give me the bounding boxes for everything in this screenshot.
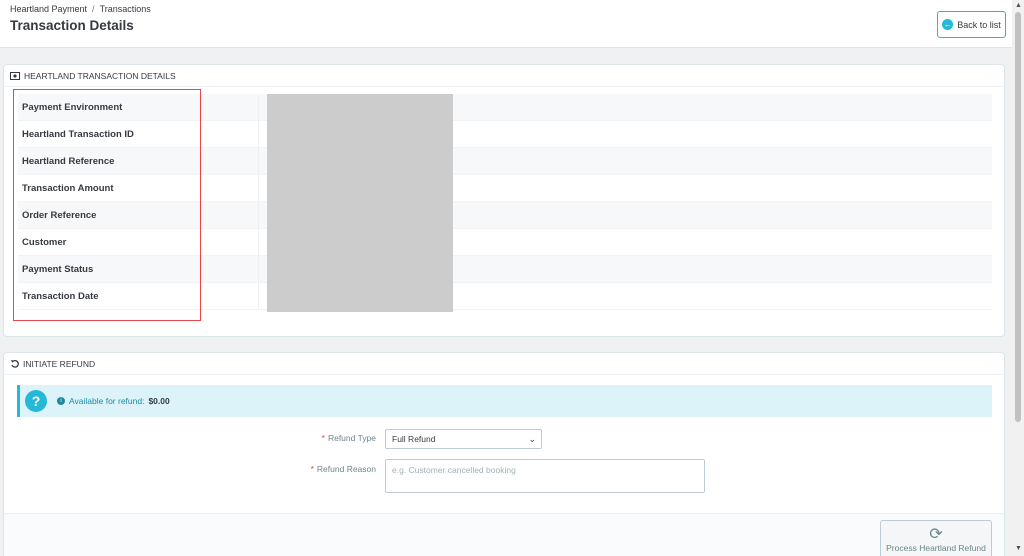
page-header: Heartland Payment / Transactions Transacti…: [0, 0, 1012, 48]
back-to-list-button[interactable]: ← Back to list: [937, 11, 1006, 38]
refund-panel-title: INITIATE REFUND: [23, 358, 96, 369]
required-marker: *: [321, 433, 325, 443]
breadcrumb-parent[interactable]: Heartland Payment: [10, 4, 87, 14]
chevron-down-icon: ⌄: [528, 434, 536, 444]
initiate-refund-panel: INITIATE REFUND ? i Available for refund…: [3, 352, 1005, 556]
refund-type-value: Full Refund: [392, 434, 436, 444]
refund-type-select[interactable]: Full Refund ⌄: [385, 429, 542, 449]
refund-reason-label-text: Refund Reason: [316, 464, 376, 474]
money-icon: [10, 71, 20, 80]
refund-panel-footer: [4, 513, 1004, 556]
label-highlight-box: [13, 89, 201, 321]
details-panel-header: HEARTLAND TRANSACTION DETAILS: [4, 65, 1004, 87]
refund-available-amount: $0.00: [148, 396, 170, 406]
transaction-details-panel: HEARTLAND TRANSACTION DETAILS Payment En…: [3, 64, 1005, 337]
refund-reason-placeholder: e.g. Customer cancelled booking: [392, 465, 516, 475]
process-refund-label: Process Heartland Refund: [886, 543, 986, 553]
redacted-values-block: [267, 94, 453, 312]
refresh-icon: ⟳: [929, 526, 943, 543]
scroll-down-arrow-icon[interactable]: ▼: [1015, 545, 1022, 552]
undo-icon: [10, 359, 19, 368]
breadcrumb-current[interactable]: Transactions: [100, 4, 151, 14]
details-panel-title: HEARTLAND TRANSACTION DETAILS: [24, 70, 176, 81]
refund-available-label: Available for refund:: [69, 396, 145, 406]
breadcrumb-separator: /: [92, 4, 95, 14]
refund-type-label: * Refund Type: [294, 433, 376, 443]
refund-reason-textarea[interactable]: e.g. Customer cancelled booking: [385, 459, 705, 493]
refund-available-alert: ? i Available for refund: $0.00: [17, 385, 992, 417]
refund-type-label-text: Refund Type: [327, 433, 376, 443]
arrow-left-circle-icon: ←: [942, 19, 954, 30]
refund-reason-label: * Refund Reason: [294, 464, 376, 474]
question-icon: ?: [25, 390, 47, 412]
vertical-scrollbar[interactable]: ▲ ▼: [1012, 0, 1024, 556]
refund-panel-header: INITIATE REFUND: [4, 353, 1004, 375]
process-refund-button[interactable]: ⟳ Process Heartland Refund: [880, 520, 992, 556]
scroll-up-arrow-icon[interactable]: ▲: [1015, 2, 1022, 9]
info-icon: i: [57, 397, 65, 405]
scrollbar-thumb[interactable]: [1015, 12, 1021, 422]
page-title: Transaction Details: [10, 18, 134, 33]
refund-available-text: i Available for refund: $0.00: [57, 396, 170, 406]
required-marker: *: [310, 464, 314, 474]
back-to-list-label: Back to list: [957, 19, 1001, 30]
breadcrumb: Heartland Payment / Transactions: [10, 4, 151, 14]
